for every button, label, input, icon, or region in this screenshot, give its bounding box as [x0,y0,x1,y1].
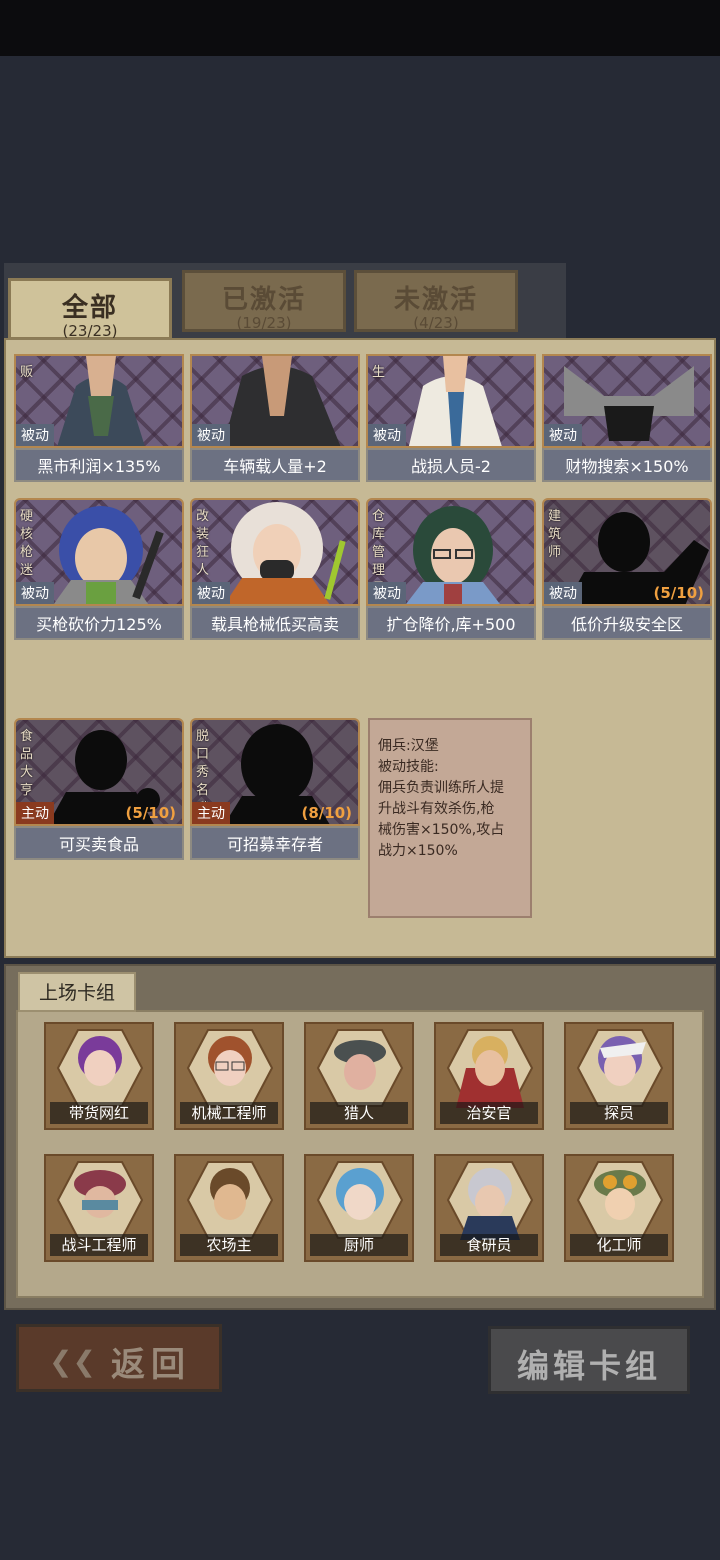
skill-ability: 买枪砍价力125% [14,606,184,640]
skill-ability: 车辆载人量+2 [190,448,360,482]
skill-card[interactable]: 脱口秀名嘴 主动 (8/10) 可招募幸存者 [190,718,360,860]
character-portrait: 被动 [190,354,360,448]
deck-card-name: 化工师 [570,1234,668,1256]
character-portrait: 被动 [542,354,712,448]
double-left-arrow-icon: ❮❮ [49,1345,96,1378]
skill-type-tag: 被动 [16,424,54,446]
character-portrait: 改装狂人 被动 [190,498,360,606]
info-desc-1: 佣兵负责训练所人提 [378,780,504,796]
skill-type-tag: 主动 [192,802,230,824]
deck-card-name: 探员 [570,1102,668,1124]
deck-card[interactable]: 战斗工程师 [44,1154,154,1262]
deck-inner: 带货网红 机械工程师 猎人 治安官 探员 战斗工程师 农场主 厨师 食研员 化工… [16,1010,704,1298]
deck-card-name: 农场主 [180,1234,278,1256]
skill-ability: 战损人员-2 [366,448,536,482]
deck-card[interactable]: 农场主 [174,1154,284,1262]
back-button-label: 返回 [111,1345,191,1385]
deck-panel: 带货网红 机械工程师 猎人 治安官 探员 战斗工程师 农场主 厨师 食研员 化工… [4,964,716,1310]
skill-ability: 可招募幸存者 [190,826,360,860]
skill-type-tag: 被动 [16,582,54,604]
character-name: 生 [372,365,386,380]
deck-card[interactable]: 带货网红 [44,1022,154,1130]
info-mercenary: 佣兵:汉堡 [378,738,439,754]
skill-card[interactable]: 贩 被动 黑市利润×135% [14,354,184,482]
deck-title: 上场卡组 [18,972,136,1012]
unlock-progress: (5/10) [125,804,176,822]
deck-card[interactable]: 化工师 [564,1154,674,1262]
info-desc-4: 战力×150% [378,843,458,859]
tab-activated-label: 已激活 [221,285,306,315]
skill-info-box: 佣兵:汉堡 被动技能: 佣兵负责训练所人提 升战斗有效杀伤,枪 械伤害×150%… [368,718,532,918]
tab-activated[interactable]: 已激活 (19/23) [182,270,346,332]
character-portrait: 脱口秀名嘴 主动 (8/10) [190,718,360,826]
tab-inactive-count: (4/23) [413,314,459,332]
character-name: 硬核枪迷 [20,509,34,578]
skill-card[interactable]: 被动 财物搜索×150% [542,354,712,482]
skill-type-tag: 被动 [368,424,406,446]
deck-card-name: 厨师 [310,1234,408,1256]
character-portrait: 建筑师 被动 (5/10) [542,498,712,606]
character-portrait: 生 被动 [366,354,536,448]
character-name: 贩 [20,365,34,380]
back-button[interactable]: ❮❮ 返回 [16,1324,222,1392]
edit-deck-button-label: 编辑卡组 [516,1347,661,1385]
skill-card[interactable]: 仓库管理员 被动 扩仓降价,库+500 [366,498,536,640]
character-name: 建筑师 [548,509,562,560]
deck-card-name: 战斗工程师 [50,1234,148,1256]
status-bar [0,0,720,56]
unlock-progress: (8/10) [301,804,352,822]
skill-card[interactable]: 改装狂人 被动 载具枪械低买高卖 [190,498,360,640]
unlock-progress: (5/10) [653,584,704,602]
deck-card-name: 机械工程师 [180,1102,278,1124]
skill-ability: 低价升级安全区 [542,606,712,640]
character-name: 改装狂人 [196,509,210,578]
deck-card[interactable]: 食研员 [434,1154,544,1262]
character-portrait: 硬核枪迷 被动 [14,498,184,606]
tab-all[interactable]: 全部 (23/23) [8,278,172,340]
deck-card-name: 治安官 [440,1102,538,1124]
deck-card[interactable]: 治安官 [434,1022,544,1130]
character-portrait: 食品大亨 主动 (5/10) [14,718,184,826]
skill-type-tag: 主动 [16,802,54,824]
skill-ability: 可买卖食品 [14,826,184,860]
character-name: 食品大亨 [20,729,34,798]
tab-all-label: 全部 [61,293,118,323]
skill-ability: 黑市利润×135% [14,448,184,482]
skill-card[interactable]: 硬核枪迷 被动 买枪砍价力125% [14,498,184,640]
skill-type-tag: 被动 [544,582,582,604]
deck-card[interactable]: 机械工程师 [174,1022,284,1130]
tab-activated-count: (19/23) [236,314,292,332]
tab-inactive-label: 未激活 [393,285,478,315]
deck-card-name: 食研员 [440,1234,538,1256]
skill-ability: 扩仓降价,库+500 [366,606,536,640]
deck-card-name: 带货网红 [50,1102,148,1124]
skill-type-tag: 被动 [192,582,230,604]
tab-inactive[interactable]: 未激活 (4/23) [354,270,518,332]
deck-card[interactable]: 厨师 [304,1154,414,1262]
skill-card[interactable]: 建筑师 被动 (5/10) 低价升级安全区 [542,498,712,640]
skill-card[interactable]: 食品大亨 主动 (5/10) 可买卖食品 [14,718,184,860]
edit-deck-button[interactable]: 编辑卡组 [488,1326,690,1394]
character-portrait: 仓库管理员 被动 [366,498,536,606]
info-desc-3: 械伤害×150%,攻占 [378,822,505,838]
character-portrait: 贩 被动 [14,354,184,448]
skill-ability: 载具枪械低买高卖 [190,606,360,640]
skill-type-tag: 被动 [544,424,582,446]
info-desc-2: 升战斗有效杀伤,枪 [378,801,495,817]
skill-card[interactable]: 生 被动 战损人员-2 [366,354,536,482]
cards-panel: 贩 被动 黑市利润×135% 被动 车辆载人量+2 生 被动 战损人员-2 被动… [4,338,716,958]
skill-card[interactable]: 被动 车辆载人量+2 [190,354,360,482]
deck-card[interactable]: 猎人 [304,1022,414,1130]
info-skill-heading: 被动技能: [378,759,439,775]
skill-type-tag: 被动 [368,582,406,604]
deck-card[interactable]: 探员 [564,1022,674,1130]
skill-ability: 财物搜索×150% [542,448,712,482]
skill-type-tag: 被动 [192,424,230,446]
deck-card-name: 猎人 [310,1102,408,1124]
